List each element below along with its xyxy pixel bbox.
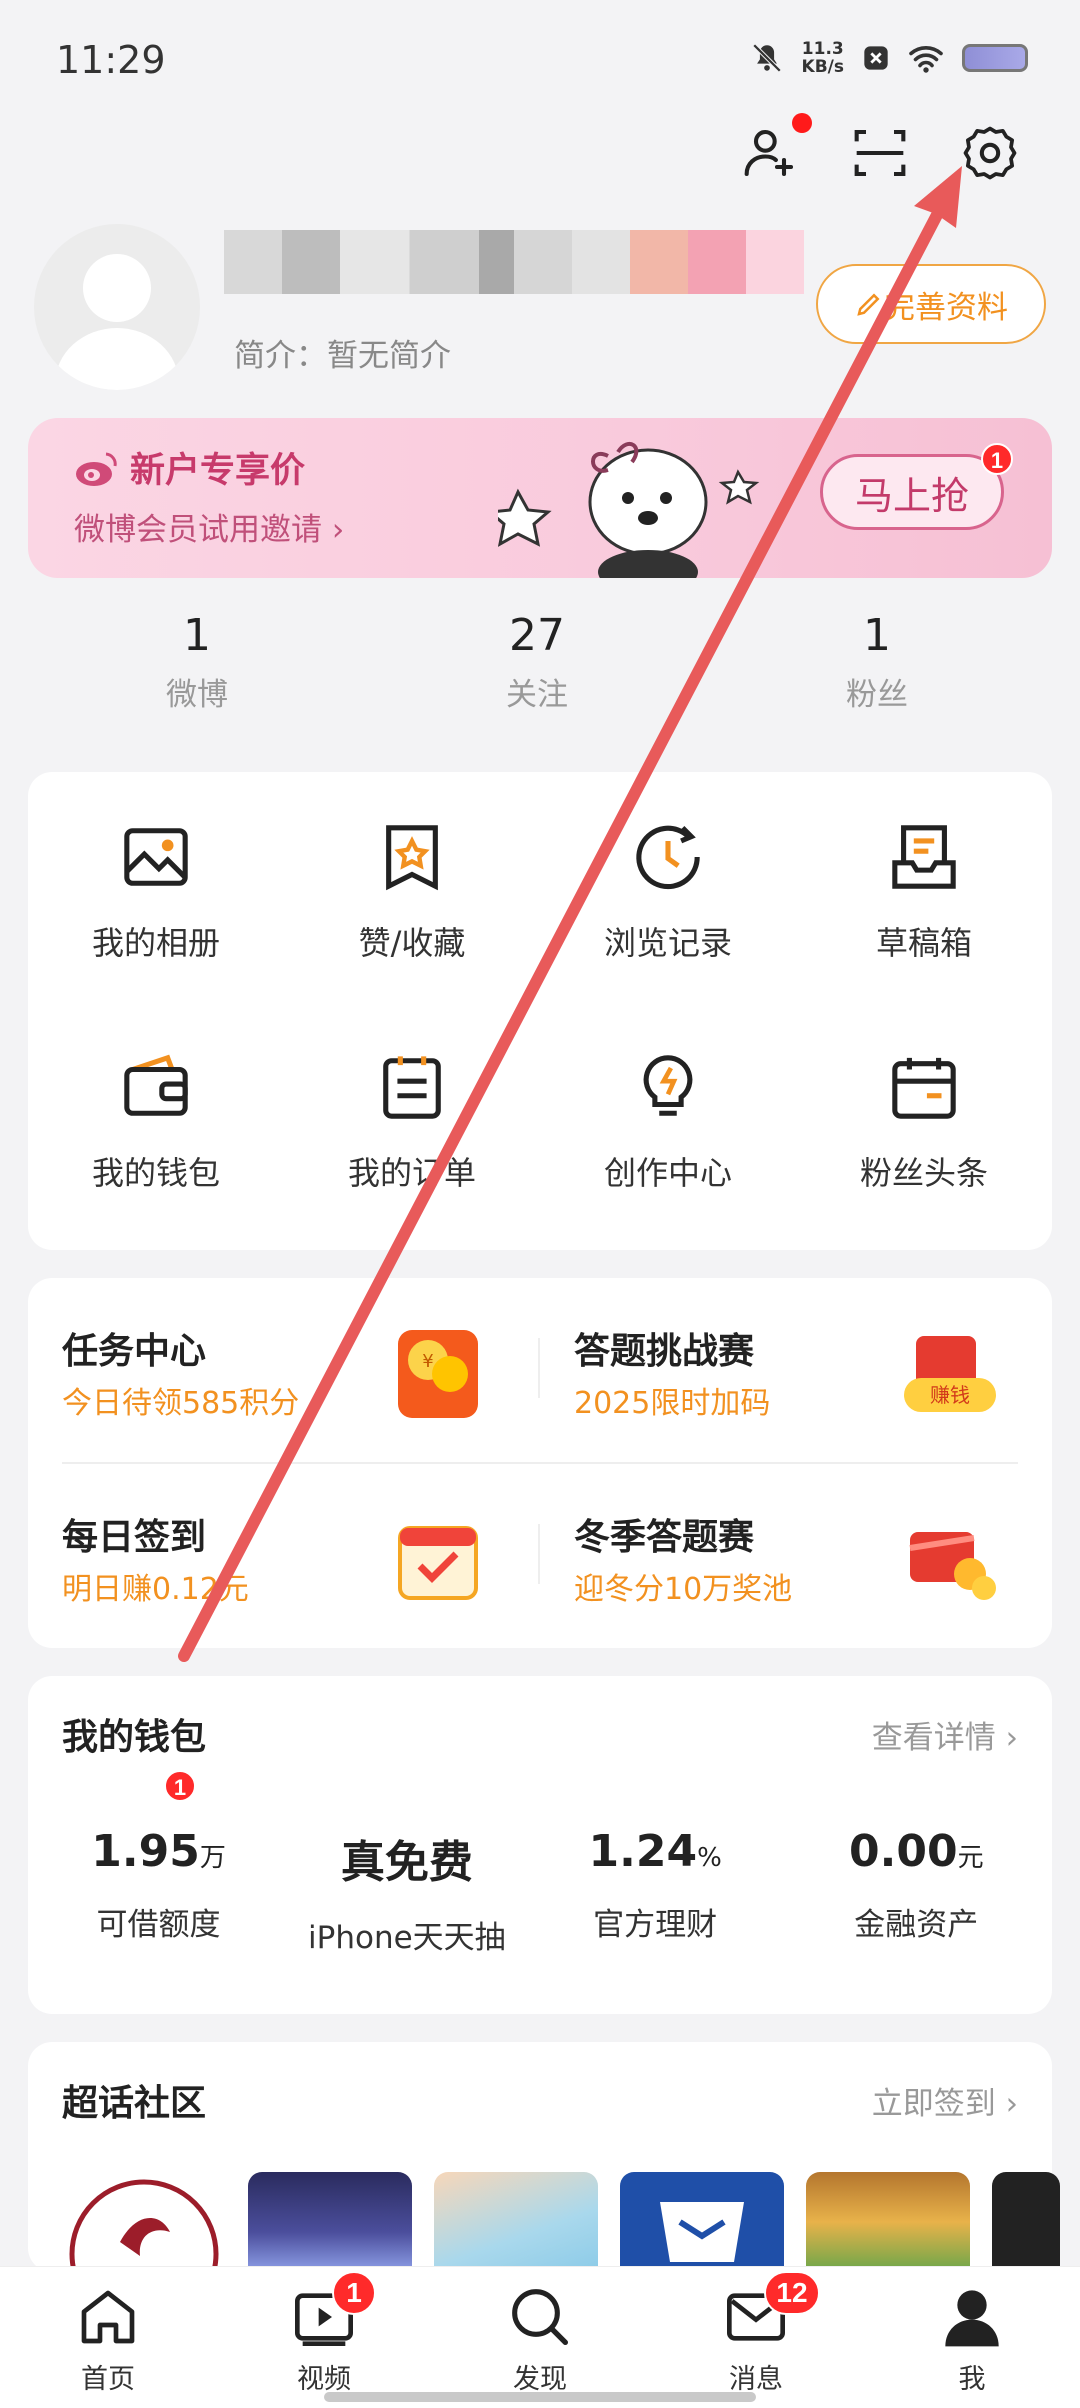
vip-title: 新户专享价 [74, 442, 305, 493]
vip-banner[interactable]: 新户专享价 微博会员试用邀请 › 马上抢 1 [28, 418, 1052, 578]
drafts-icon [892, 825, 956, 889]
tab-discover[interactable]: 发现 [432, 2267, 648, 2408]
pencil-icon [857, 293, 880, 316]
tab-me[interactable]: 我 [864, 2267, 1080, 2408]
grid-item-fan-headline[interactable]: 粉丝头条 [796, 1052, 1052, 1282]
profile-bio: 简介：暂无简介 [234, 338, 451, 374]
super-topic-title: 超话社区 [62, 2083, 207, 2124]
status-bar: 11:29 11.3 KB/s [0, 0, 1080, 110]
avatar[interactable] [34, 224, 200, 390]
vip-grab-button[interactable]: 马上抢 1 [820, 443, 1013, 530]
wallet-details-link[interactable]: 查看详情 › [872, 1712, 1018, 1757]
net-speed: 11.3 KB/s [801, 39, 844, 77]
profile-header: 简介：暂无简介 完善资料 [34, 222, 1046, 390]
orders-icon [383, 1056, 441, 1119]
mute-icon [752, 43, 781, 73]
stat-following[interactable]: 27 关注 [367, 610, 707, 750]
status-icons: 11.3 KB/s [750, 40, 1028, 76]
wallet-badge: 1 [164, 1770, 196, 1802]
grid-item-favorites[interactable]: 赞/收藏 [284, 822, 540, 1052]
favorites-icon [386, 825, 438, 891]
home-icon [81, 2290, 135, 2344]
bottom-tab-bar: 首页 视频 1 发现 消息 12 我 [0, 2266, 1080, 2408]
super-topic-thumbnail[interactable] [62, 2172, 226, 2272]
no-sim-icon [864, 46, 888, 70]
svg-text:¥: ¥ [422, 1351, 433, 1372]
profile-stats: 1 微博 27 关注 1 粉丝 [0, 610, 1080, 750]
grid-item-orders[interactable]: 我的订单 [284, 1052, 540, 1282]
header-actions [742, 113, 1018, 181]
task-center[interactable]: 任务中心 今日待领585积分 ¥ [28, 1278, 528, 1458]
super-topic-thumbnail[interactable] [992, 2172, 1060, 2272]
grid-item-creator[interactable]: 创作中心 [540, 1052, 796, 1282]
super-topic-checkin-link[interactable]: 立即签到 › [872, 2078, 1018, 2123]
settings-icon[interactable] [962, 125, 1018, 181]
search-icon [512, 2289, 568, 2345]
profile-icon [945, 2290, 999, 2347]
messages-badge: 12 [764, 2271, 820, 2315]
super-topic-thumbnail[interactable] [620, 2172, 784, 2272]
quiz-challenge[interactable]: 答题挑战赛 2025限时加码 赚钱 [540, 1278, 1040, 1458]
tab-video[interactable]: 视频 1 [216, 2267, 432, 2408]
daily-checkin[interactable]: 每日签到 明日赚0.12元 [28, 1464, 528, 1644]
home-indicator [324, 2392, 756, 2402]
winter-quiz[interactable]: 冬季答题赛 迎冬分10万奖池 [540, 1464, 1040, 1644]
grid-item-album[interactable]: 我的相册 [28, 822, 284, 1052]
wallet-title: 我的钱包 [62, 1717, 207, 1758]
calendar-check-icon [398, 1526, 478, 1600]
status-time: 11:29 [56, 38, 166, 82]
wallet-icon [124, 1054, 188, 1116]
album-icon [124, 828, 188, 886]
history-icon [636, 825, 700, 890]
task-card: 任务中心 今日待领585积分 ¥ 答题挑战赛 2025限时加码 赚钱 每日签到 … [28, 1278, 1052, 1648]
svg-text:赚钱: 赚钱 [930, 1383, 970, 1407]
grid-item-history[interactable]: 浏览记录 [540, 822, 796, 1052]
username-redacted [224, 230, 804, 294]
stat-posts[interactable]: 1 微博 [27, 610, 367, 750]
wallet-iphone-draw[interactable]: 真免费 iPhone天天抽 [289, 1826, 525, 1957]
wallet-card: 我的钱包 查看详情 › 1 1.95万 可借额度 真免费 iPhone天天抽 1… [28, 1676, 1052, 2014]
super-topic-thumbnail[interactable] [806, 2172, 970, 2272]
vip-subtitle: 微博会员试用邀请 › [74, 512, 345, 548]
battery-icon [962, 44, 1028, 72]
tab-home[interactable]: 首页 [0, 2267, 216, 2408]
wallet-assets[interactable]: 0.00元 金融资产 [786, 1826, 1047, 1957]
wallet-credit-limit[interactable]: 1 1.95万 可借额度 [28, 1770, 289, 1957]
scan-icon[interactable] [852, 125, 908, 181]
vip-badge: 1 [981, 443, 1013, 475]
red-envelope-icon: 赚钱 [904, 1336, 996, 1412]
super-topic-list [62, 2172, 1060, 2272]
stat-followers[interactable]: 1 粉丝 [707, 610, 1047, 750]
add-friend-icon[interactable] [742, 113, 812, 181]
grid-item-wallet[interactable]: 我的钱包 [28, 1052, 284, 1282]
super-topic-thumbnail[interactable] [248, 2172, 412, 2272]
grid-item-drafts[interactable]: 草稿箱 [796, 822, 1052, 1052]
fan-headline-icon [892, 1057, 956, 1119]
notification-dot [792, 113, 812, 133]
coin-bag-icon: ¥ [398, 1330, 478, 1418]
gift-coins-icon [909, 1532, 996, 1600]
edit-profile-button[interactable]: 完善资料 [816, 264, 1046, 344]
tab-messages[interactable]: 消息 12 [648, 2267, 864, 2408]
super-topic-card: 超话社区 立即签到 › [28, 2042, 1060, 2272]
super-topic-thumbnail[interactable] [434, 2172, 598, 2272]
bear-mascot-illustration [498, 441, 760, 578]
function-grid: 我的相册 赞/收藏 浏览记录 草稿箱 我的钱包 我的订单 创作中心 粉丝头条 [28, 772, 1052, 1250]
wallet-finance[interactable]: 1.24% 官方理财 [525, 1826, 786, 1957]
creator-icon [643, 1055, 693, 1116]
video-badge: 1 [332, 2271, 376, 2315]
weibo-logo-icon [76, 452, 117, 486]
wifi-icon [909, 46, 943, 73]
